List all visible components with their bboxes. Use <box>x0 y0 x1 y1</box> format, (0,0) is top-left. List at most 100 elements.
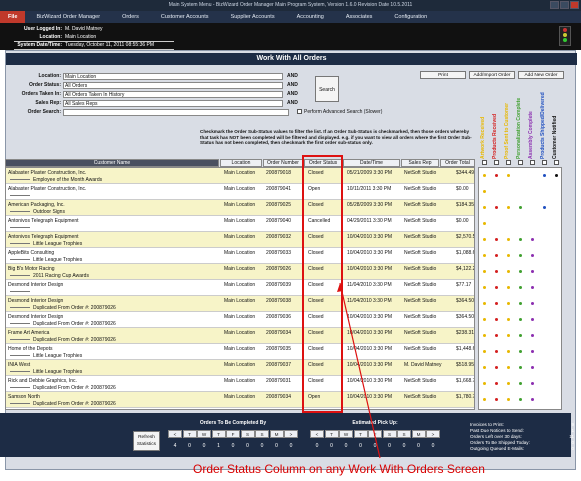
sales-rep-select[interactable]: All Sales Reps <box>63 100 283 107</box>
menu-accounting[interactable]: Accounting <box>286 11 335 23</box>
table-row[interactable]: Samson North Duplicated From Order #: 200… <box>6 392 474 408</box>
cell-location: Main Location <box>224 202 256 208</box>
stat-row: Outgoing Queued E-Mails: 0 <box>470 446 574 452</box>
table-row[interactable]: Home of the Depots Little League Trophies… <box>6 344 474 360</box>
cell-total: $4,122.25 <box>456 266 474 272</box>
day-button[interactable]: T <box>211 430 226 438</box>
day-button[interactable]: T <box>324 430 339 438</box>
menu-customer-accounts[interactable]: Customer Accounts <box>150 11 220 23</box>
indent-line <box>10 227 30 229</box>
menu-associates[interactable]: Associates <box>335 11 384 23</box>
cell-customer: Antonivos Telegraph Equipment <box>8 234 79 240</box>
day-button[interactable]: S <box>397 430 411 438</box>
substatus-checkbox[interactable] <box>494 160 499 165</box>
day-button[interactable]: S <box>382 430 397 438</box>
day-button[interactable]: S <box>240 430 255 438</box>
table-row[interactable]: Alabaster Plaster Construction, Inc. Empl… <box>6 168 474 184</box>
table-row[interactable]: Desmond Interior Design Main Location 2008… <box>6 280 474 296</box>
day-button[interactable]: M <box>269 430 284 438</box>
table-row[interactable]: Big B's Motor Racing 2011 Racing Cup Awar… <box>6 264 474 280</box>
print-button[interactable]: Print <box>420 71 466 79</box>
column-sales-rep[interactable]: Sales Rep <box>401 159 439 167</box>
day-button[interactable]: F <box>226 430 240 438</box>
indent-line <box>10 355 30 357</box>
refresh-statistics-button[interactable]: Refresh Statistics <box>133 431 160 451</box>
location-select[interactable]: Main Location <box>63 73 283 80</box>
day-button[interactable]: W <box>197 430 211 438</box>
substatus-checkbox[interactable] <box>542 160 547 165</box>
day-button[interactable]: M <box>411 430 426 438</box>
column-order-total[interactable]: Order Total <box>440 159 475 167</box>
order-search-input[interactable] <box>63 109 289 116</box>
menu-configuration[interactable]: Configuration <box>383 11 438 23</box>
add-new-order-button[interactable]: Add New Order <box>518 71 564 79</box>
day-button[interactable]: > <box>426 430 440 438</box>
table-row[interactable]: Rick and Debbie Graphics, Inc. Duplicated… <box>6 376 474 392</box>
substatus-checkbox[interactable] <box>506 160 511 165</box>
day-button[interactable]: > <box>284 430 298 438</box>
menu-file[interactable]: File <box>0 11 26 23</box>
substatus-checkbox[interactable] <box>554 160 559 165</box>
order-status-select[interactable]: All Orders <box>63 82 283 89</box>
table-row[interactable]: Antonivos Telegraph Equipment Main Locati… <box>6 216 474 232</box>
menu-supplier-accounts[interactable]: Supplier Accounts <box>220 11 286 23</box>
close-icon[interactable] <box>570 1 579 9</box>
cell-rep: NetSoft Studio <box>404 298 437 304</box>
substatus-checkbox[interactable] <box>518 160 523 165</box>
cell-rep: NetSoft Studio <box>404 234 437 240</box>
day-button[interactable]: < <box>310 430 324 438</box>
cell-customer: American Packaging, Inc. <box>8 202 65 208</box>
cell-date: 10/04/2010 3:30 PM <box>347 346 393 352</box>
cell-location: Main Location <box>224 362 256 368</box>
status-dot <box>531 318 534 321</box>
column-date-time[interactable]: Date/Time <box>343 159 400 167</box>
cell-total: $364.50 <box>456 314 475 320</box>
cell-subtitle-text: Little League Trophies <box>33 369 83 375</box>
cell-total: $1,448.65 <box>456 346 474 352</box>
day-count: 0 <box>359 443 362 449</box>
table-row[interactable]: Desmond Interior Design Duplicated From O… <box>6 296 474 312</box>
column-location[interactable]: Location <box>220 159 262 167</box>
day-button[interactable]: W <box>339 430 353 438</box>
day-button[interactable]: T <box>182 430 197 438</box>
status-dot <box>483 366 486 369</box>
cell-subtitle: Little League Trophies <box>10 257 82 263</box>
cell-customer: Rick and Debbie Graphics, Inc. <box>8 378 77 384</box>
cell-location: Main Location <box>224 186 256 192</box>
day-button[interactable]: F <box>368 430 382 438</box>
cell-subtitle-text: Employee of the Month Awards <box>33 177 103 183</box>
cell-location: Main Location <box>224 346 256 352</box>
table-row[interactable]: Frame Art America Duplicated From Order #… <box>6 328 474 344</box>
advanced-search-checkbox[interactable]: Perform Advanced Search (Slower) <box>297 109 382 115</box>
table-row[interactable]: INIA West Little League Trophies Main Loca… <box>6 360 474 376</box>
add-import-order-button[interactable]: Add/Import Order <box>469 71 515 79</box>
substatus-checkbox[interactable] <box>482 160 487 165</box>
column-customer-name[interactable]: Customer Name <box>5 159 219 167</box>
cell-subtitle: Duplicated From Order #: 200879026 <box>10 337 116 343</box>
day-button[interactable]: S <box>255 430 269 438</box>
day-button[interactable]: < <box>168 430 182 438</box>
table-row[interactable]: American Packaging, Inc. Outdoor Signs Mai… <box>6 200 474 216</box>
day-button[interactable]: T <box>353 430 368 438</box>
cell-customer: Frame Art America <box>8 330 50 336</box>
checkbox-icon[interactable] <box>297 109 302 115</box>
status-dot <box>495 350 498 353</box>
indent-line <box>10 211 30 213</box>
orders-taken-in-select[interactable]: All Orders Taken In History <box>63 91 283 98</box>
indent-line <box>10 291 30 293</box>
cell-location: Main Location <box>224 170 256 176</box>
stat-value: 0 <box>571 446 574 451</box>
substatus-checkbox[interactable] <box>530 160 535 165</box>
minimize-icon[interactable] <box>550 1 559 9</box>
status-dot <box>495 174 498 177</box>
table-row[interactable]: Alabaster Plaster Construction, Inc. Main… <box>6 184 474 200</box>
search-button[interactable]: Search <box>315 76 339 102</box>
column-order-number[interactable]: Order Number <box>263 159 303 167</box>
table-row[interactable]: Desmond Interior Design Duplicated From O… <box>6 312 475 328</box>
menu-bizwizard[interactable]: BizWizard Order Manager <box>25 11 111 23</box>
menu-orders[interactable]: Orders <box>111 11 150 23</box>
table-row[interactable]: AppleBits Consulting Little League Trophi… <box>6 248 474 264</box>
indent-line <box>10 339 30 341</box>
table-row[interactable]: Antonivos Telegraph Equipment Little Leag… <box>6 232 474 248</box>
maximize-icon[interactable] <box>560 1 569 9</box>
